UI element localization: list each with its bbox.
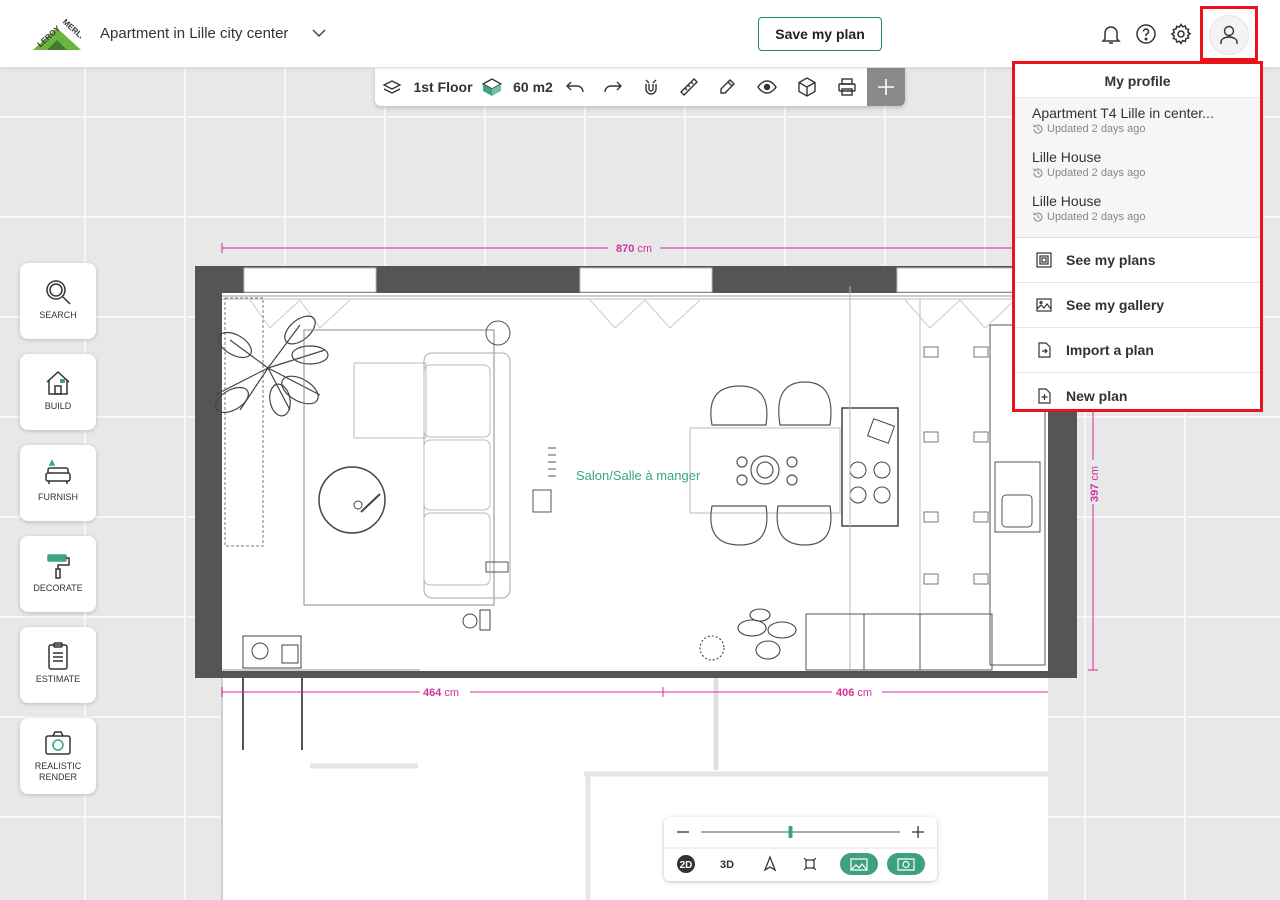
fit-view-button[interactable] [803, 857, 817, 871]
bell-icon[interactable] [1099, 22, 1123, 46]
history-icon [1033, 168, 1043, 178]
print-icon [838, 78, 856, 96]
magnet-button[interactable] [633, 68, 669, 106]
redo-button[interactable] [595, 68, 631, 106]
cube-icon [798, 77, 816, 97]
history-icon [1033, 212, 1043, 222]
new-plan-item[interactable]: New plan [1015, 373, 1260, 418]
recent-plan-name: Apartment T4 Lille in center... [1032, 105, 1214, 121]
recent-plan-item[interactable]: Lille House Updated 2 days ago [1015, 146, 1260, 190]
dim-bottom-right: 406 [836, 687, 854, 699]
dim-top: 870 [616, 243, 634, 255]
gallery-icon [1036, 298, 1052, 312]
eye-icon [757, 80, 777, 94]
see-my-plans-label: See my plans [1066, 252, 1156, 268]
user-icon [1220, 25, 1238, 44]
3d-object-button[interactable] [789, 68, 825, 106]
recent-plan-item[interactable]: Apartment T4 Lille in center... Updated … [1015, 102, 1260, 146]
brand-logo[interactable]: LEROY MERLIN [33, 16, 81, 50]
recent-plans: Apartment T4 Lille in center... Updated … [1015, 98, 1260, 238]
profile-menu-title: My profile [1015, 64, 1260, 98]
area-display[interactable]: 60 m2 [477, 68, 557, 106]
plans-icon [1036, 252, 1052, 268]
recent-plan-name: Lille House [1032, 149, 1102, 165]
history-icon [1033, 124, 1043, 134]
plan-toolbar: 1st Floor 60 m2 [375, 68, 905, 106]
profile-menu: My profile Apartment T4 Lille in center.… [1012, 61, 1263, 412]
room-label[interactable]: Salon/Salle à manger [576, 468, 701, 483]
undo-icon [566, 81, 584, 93]
avatar[interactable] [1209, 15, 1249, 55]
measure-button[interactable] [671, 68, 707, 106]
new-plan-label: New plan [1066, 387, 1128, 404]
render-button[interactable] [887, 853, 925, 875]
svg-text:870 cm: 870 cm [616, 243, 652, 255]
compass-button[interactable] [763, 855, 777, 872]
see-my-gallery-label: See my gallery [1066, 297, 1165, 313]
view-controls: 2D 3D [664, 817, 937, 881]
see-my-plans-item[interactable]: See my plans [1015, 238, 1260, 283]
svg-text:406 cm: 406 cm [836, 687, 872, 699]
floor-icon [382, 80, 402, 94]
area-icon [481, 78, 503, 96]
floor-selector[interactable]: 1st Floor [379, 68, 475, 106]
redo-icon [604, 81, 622, 93]
dim-bottom-left: 464 [423, 687, 442, 699]
compass-icon [763, 855, 777, 872]
import-icon [1038, 342, 1051, 358]
magnet-icon [645, 79, 657, 95]
visibility-button[interactable] [749, 68, 785, 106]
3d-mode-button[interactable]: 3D [720, 859, 734, 871]
floor-label: 1st Floor [413, 79, 473, 95]
eyedropper-button[interactable] [709, 68, 745, 106]
recent-plan-updated: Updated 2 days ago [1047, 211, 1146, 223]
recent-plan-name: Lille House [1032, 193, 1102, 209]
area-label: 60 m2 [513, 79, 553, 95]
plus-icon [878, 79, 894, 95]
screenshot-button[interactable] [840, 853, 878, 875]
ruler-icon [680, 78, 698, 96]
recent-plan-updated: Updated 2 days ago [1047, 123, 1146, 135]
chevron-down-icon[interactable] [310, 26, 328, 40]
new-plan-icon [1038, 387, 1051, 404]
add-button[interactable] [867, 68, 905, 106]
svg-text:464 cm: 464 cm [423, 687, 459, 699]
import-plan-label: Import a plan [1066, 342, 1154, 358]
see-my-gallery-item[interactable]: See my gallery [1015, 283, 1260, 328]
zoom-in-button[interactable] [912, 826, 924, 838]
import-plan-item[interactable]: Import a plan [1015, 328, 1260, 373]
print-button[interactable] [829, 68, 865, 106]
project-title[interactable]: Apartment in Lille city center [100, 25, 288, 42]
svg-text:3D: 3D [720, 859, 734, 871]
svg-text:2D: 2D [680, 860, 693, 871]
svg-text:397 cm: 397 cm [1089, 466, 1101, 502]
top-bar: LEROY MERLIN Apartment in Lille city cen… [0, 0, 1280, 68]
recent-plan-item[interactable]: Lille House Updated 2 days ago [1015, 190, 1260, 234]
zoom-slider-thumb[interactable] [788, 826, 793, 838]
undo-button[interactable] [557, 68, 593, 106]
save-plan-button[interactable]: Save my plan [758, 17, 882, 51]
fit-view-icon [803, 857, 817, 871]
2d-mode-button[interactable]: 2D [677, 855, 695, 873]
eyedropper-icon [720, 79, 735, 94]
gear-icon[interactable] [1169, 22, 1193, 46]
help-icon[interactable] [1134, 22, 1158, 46]
dim-right: 397 [1089, 484, 1101, 502]
recent-plan-updated: Updated 2 days ago [1047, 167, 1146, 179]
profile-button[interactable] [1200, 6, 1258, 61]
